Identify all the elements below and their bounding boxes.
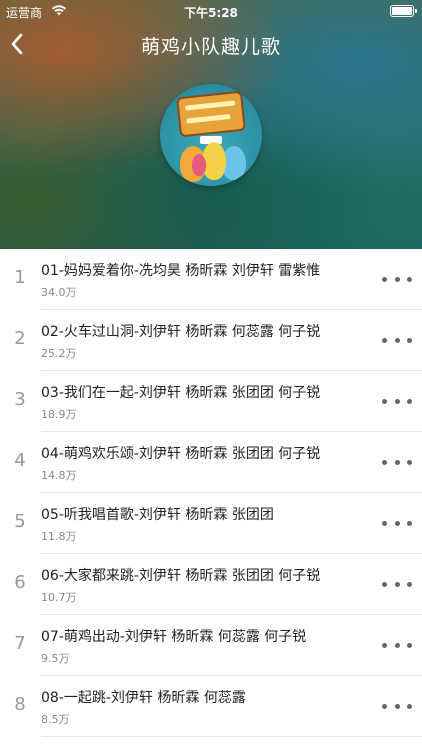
- more-options-icon[interactable]: [382, 637, 412, 653]
- song-title: 07-萌鸡出动-刘伊轩 杨昕霖 何蕊露 何子锐: [41, 629, 307, 645]
- more-options-icon[interactable]: [382, 454, 412, 470]
- more-options-icon[interactable]: [382, 332, 412, 348]
- song-index: 5: [14, 511, 26, 532]
- play-count: 11.8万: [41, 530, 77, 543]
- song-index: 6: [14, 572, 26, 593]
- song-list: 1 01-妈妈爱着你-冼均昊 杨昕霖 刘伊轩 雷紫惟 34.0万 2 02-火车…: [0, 249, 422, 737]
- song-title: 05-听我唱首歌-刘伊轩 杨昕霖 张团团: [41, 507, 274, 523]
- song-index: 2: [14, 328, 26, 349]
- cover-chick: [192, 154, 206, 176]
- song-row[interactable]: 3 03-我们在一起-刘伊轩 杨昕霖 张团团 何子锐 18.9万: [0, 371, 422, 432]
- play-count: 10.7万: [41, 591, 77, 604]
- more-options-icon[interactable]: [382, 393, 412, 409]
- song-title: 04-萌鸡欢乐颂-刘伊轩 杨昕霖 张团团 何子锐: [41, 446, 321, 462]
- song-title: 03-我们在一起-刘伊轩 杨昕霖 张团团 何子锐: [41, 385, 321, 401]
- play-count: 18.9万: [41, 408, 77, 421]
- song-row[interactable]: 5 05-听我唱首歌-刘伊轩 杨昕霖 张团团 11.8万: [0, 493, 422, 554]
- song-title: 02-火车过山洞-刘伊轩 杨昕霖 何蕊露 何子锐: [41, 324, 321, 340]
- more-options-icon[interactable]: [382, 576, 412, 592]
- song-row[interactable]: 6 06-大家都来跳-刘伊轩 杨昕霖 张团团 何子锐 10.7万: [0, 554, 422, 615]
- more-options-icon[interactable]: [382, 698, 412, 714]
- song-title: 06-大家都来跳-刘伊轩 杨昕霖 张团团 何子锐: [41, 568, 321, 584]
- song-index: 8: [14, 694, 26, 715]
- more-options-icon[interactable]: [382, 515, 412, 531]
- page-title: 萌鸡小队趣儿歌: [140, 36, 281, 58]
- album-header: 运营商 下午5:28 萌鸡小队趣儿歌: [0, 0, 422, 249]
- song-row[interactable]: 8 08-一起跳-刘伊轩 杨昕霖 何蕊露 8.5万: [0, 676, 422, 737]
- status-time: 下午5:28: [184, 6, 238, 20]
- song-title: 01-妈妈爱着你-冼均昊 杨昕霖 刘伊轩 雷紫惟: [41, 263, 321, 279]
- song-index: 7: [14, 633, 26, 654]
- song-index: 1: [14, 267, 26, 288]
- song-title: 08-一起跳-刘伊轩 杨昕霖 何蕊露: [41, 690, 246, 706]
- status-bar: 运营商 下午5:28: [0, 0, 422, 22]
- more-options-icon[interactable]: [382, 271, 412, 287]
- play-count: 8.5万: [41, 713, 70, 726]
- song-row[interactable]: 4 04-萌鸡欢乐颂-刘伊轩 杨昕霖 张团团 何子锐 14.8万: [0, 432, 422, 493]
- song-row[interactable]: 7 07-萌鸡出动-刘伊轩 杨昕霖 何蕊露 何子锐 9.5万: [0, 615, 422, 676]
- song-row[interactable]: 1 01-妈妈爱着你-冼均昊 杨昕霖 刘伊轩 雷紫惟 34.0万: [0, 249, 422, 310]
- song-row[interactable]: 2 02-火车过山洞-刘伊轩 杨昕霖 何蕊露 何子锐 25.2万: [0, 310, 422, 371]
- album-cover-image: [160, 84, 262, 186]
- play-count: 14.8万: [41, 469, 77, 482]
- song-index: 4: [14, 450, 26, 471]
- nav-bar: 萌鸡小队趣儿歌: [0, 22, 422, 66]
- song-index: 3: [14, 389, 26, 410]
- play-count: 9.5万: [41, 652, 70, 665]
- play-count: 34.0万: [41, 286, 77, 299]
- play-count: 25.2万: [41, 347, 77, 360]
- battery-icon: [390, 5, 417, 17]
- cover-sign: [176, 90, 246, 138]
- row-divider: [41, 736, 422, 737]
